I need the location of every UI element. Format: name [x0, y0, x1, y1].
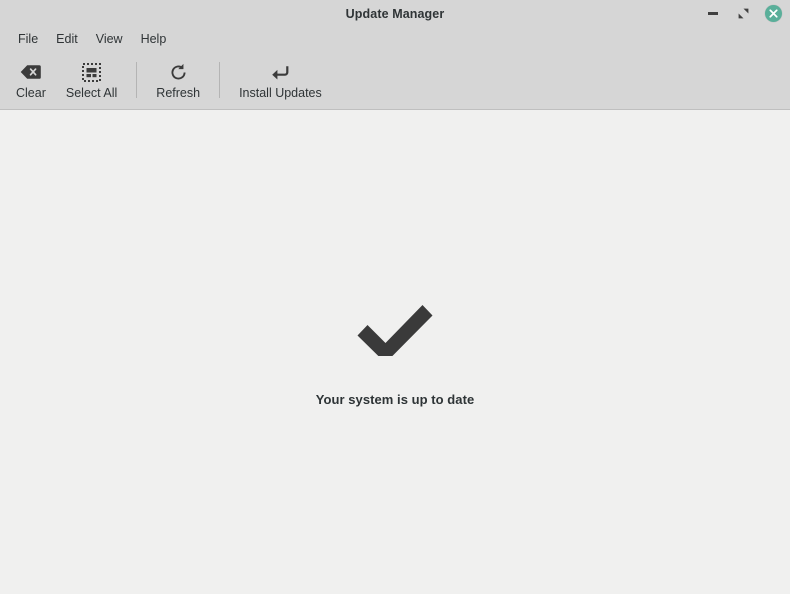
select-all-button[interactable]: Select All [56, 56, 127, 104]
backspace-delete-icon [20, 61, 42, 83]
window-title: Update Manager [345, 6, 445, 21]
menu-item-edit[interactable]: Edit [47, 30, 87, 49]
refresh-button[interactable]: Refresh [146, 56, 210, 104]
status-block: Your system is up to date [0, 296, 790, 407]
close-button[interactable] [764, 5, 782, 23]
install-updates-button-label: Install Updates [239, 86, 322, 100]
toolbar-separator [219, 62, 221, 98]
titlebar: Update Manager [0, 0, 790, 27]
menu-item-file[interactable]: File [9, 30, 47, 49]
maximize-icon [738, 8, 748, 19]
status-message: Your system is up to date [315, 392, 475, 407]
toolbar-separator [136, 62, 138, 98]
update-manager-window: Update Manager File Edit View Help Clear… [0, 0, 790, 594]
close-icon [768, 9, 778, 18]
menu-item-help[interactable]: Help [132, 30, 176, 49]
refresh-button-label: Refresh [156, 86, 201, 100]
checkmark-icon [357, 305, 433, 356]
content-area: Your system is up to date [0, 110, 790, 594]
select-all-icon [82, 61, 102, 83]
maximize-button[interactable] [734, 5, 752, 23]
toolbar: Clear Select All Refresh Install Updates [0, 51, 790, 110]
minimize-button[interactable] [704, 5, 722, 23]
select-all-button-label: Select All [65, 86, 118, 100]
window-controls [704, 0, 782, 27]
menubar: File Edit View Help [0, 27, 790, 51]
menu-item-view[interactable]: View [87, 30, 132, 49]
install-arrow-icon [271, 61, 290, 83]
clear-button-label: Clear [16, 86, 46, 100]
close-icon-circle [764, 5, 782, 22]
install-updates-button[interactable]: Install Updates [229, 56, 332, 104]
refresh-icon [169, 61, 188, 83]
clear-button[interactable]: Clear [6, 56, 56, 104]
minimize-icon [708, 12, 718, 15]
